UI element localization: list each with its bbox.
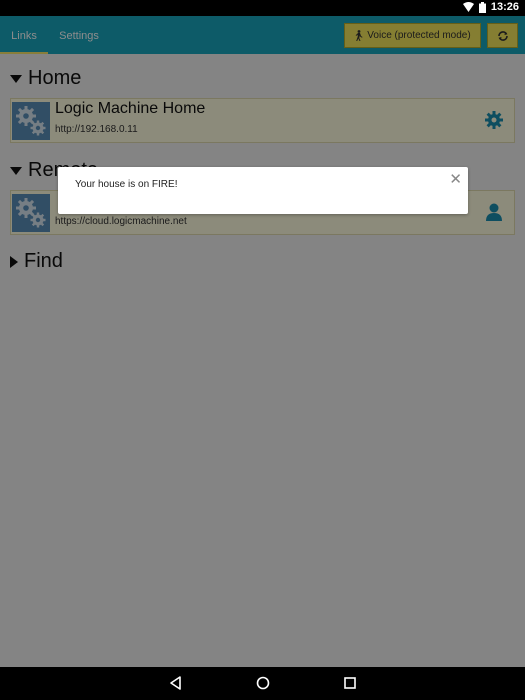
home-icon[interactable] [255, 675, 271, 691]
navigation-bar [0, 667, 525, 700]
back-icon[interactable] [168, 675, 184, 691]
alert-message: Your house is on FIRE! [75, 179, 178, 190]
status-time: 13:26 [490, 1, 519, 13]
battery-icon [478, 1, 486, 13]
status-bar: 13:26 [0, 0, 525, 16]
modal-overlay[interactable] [0, 16, 525, 667]
close-icon[interactable]: ✕ [449, 170, 462, 188]
recents-icon[interactable] [342, 675, 358, 691]
wifi-icon [462, 2, 474, 12]
alert-toast: Your house is on FIRE! ✕ [58, 167, 468, 214]
